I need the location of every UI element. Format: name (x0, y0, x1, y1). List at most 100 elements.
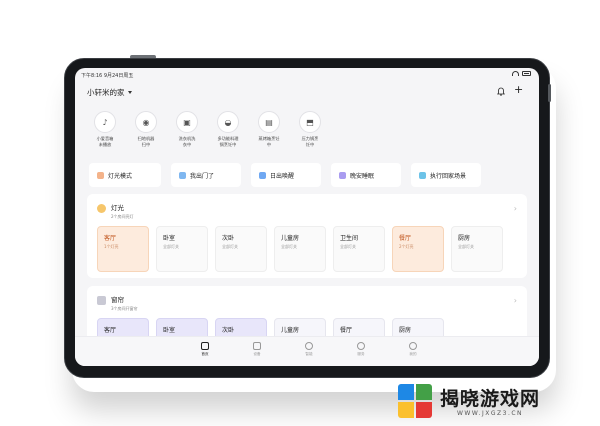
chevron-down-icon (127, 91, 132, 94)
volume-button (548, 84, 551, 102)
room-status: 全部灯关 (281, 244, 297, 249)
lights-card[interactable]: 灯光 2个房间亮灯 › 客厅 1个灯亮 卧室 全部灯关 次卧 全部灯关 儿童房 全部灯关 卫生间… (87, 194, 527, 278)
device-tile[interactable]: ⬒ 压力锅烹 饪中 (294, 111, 326, 147)
light-room-tile[interactable]: 卫生间 全部灯关 (333, 226, 385, 272)
device-row: ♪ 小爱音箱 未播放 ◉ 扫地机器 扫中 ▣ 洗衣机洗 衣中 ◒ 多功能料理 锅烹饪中 ▤ 蒸烤箱烹饪中 ⬒… (89, 111, 326, 147)
wifi-icon (512, 71, 519, 76)
room-status: 全部灯关 (458, 244, 474, 249)
sleep-icon (339, 171, 346, 179)
status-bar: 下午8:16 9月24日周五 (75, 68, 539, 82)
room-name: 次卧 (222, 327, 235, 334)
device-tile[interactable]: ▤ 蒸烤箱烹饪中 (253, 111, 285, 147)
profile-icon (409, 342, 417, 350)
bell-icon[interactable] (497, 87, 505, 99)
device-tile[interactable]: ◒ 多功能料理 锅烹饪中 (212, 111, 244, 147)
room-name: 客厅 (104, 235, 117, 242)
room-name: 儿童房 (281, 235, 300, 242)
light-room-list: 客厅 1个灯亮 卧室 全部灯关 次卧 全部灯关 儿童房 全部灯关 卫生间 全部灯关 餐厅 2个灯亮 厨房… (97, 226, 503, 272)
pressure-cooker-icon: ⬒ (299, 111, 321, 133)
chevron-right-icon[interactable]: › (514, 204, 517, 213)
device-name: 小爱音箱 未播放 (96, 136, 114, 147)
smart-icon (305, 342, 313, 350)
bulb-icon (97, 204, 106, 213)
scene-button[interactable]: 执行回家场景 (411, 163, 481, 187)
light-mode-icon (97, 171, 104, 179)
puzzle-logo-icon (398, 384, 434, 420)
service-icon (357, 342, 365, 350)
room-status: 1个灯亮 (104, 244, 119, 249)
room-name: 儿童房 (281, 327, 300, 334)
nav-label: 设备 (253, 352, 261, 356)
light-room-tile[interactable]: 儿童房 全部灯关 (274, 226, 326, 272)
watermark-url: WWW.JXGZ3.CN (456, 409, 524, 417)
curtain-icon (97, 296, 106, 305)
home-selector[interactable]: 小轩米的家 (87, 87, 132, 98)
curtain-title: 窗帘 (111, 296, 124, 304)
room-status: 全部灯关 (163, 244, 179, 249)
robot-vacuum-icon: ◉ (135, 111, 157, 133)
scene-label: 日出唤醒 (270, 172, 295, 180)
device-tile[interactable]: ♪ 小爱音箱 未播放 (89, 111, 121, 147)
nav-label: 首页 (201, 352, 209, 356)
room-status: 全部灯关 (340, 244, 356, 249)
room-name: 餐厅 (340, 327, 353, 334)
nav-tab[interactable]: 服务 (349, 342, 373, 357)
nav-tab[interactable]: 设备 (245, 342, 269, 357)
light-room-tile[interactable]: 厨房 全部灯关 (451, 226, 503, 272)
lights-subtitle: 2个房间亮灯 (111, 214, 134, 219)
device-name: 蒸烤箱烹饪中 (258, 136, 280, 147)
room-name: 卧室 (163, 327, 176, 334)
plus-icon[interactable]: + (514, 84, 523, 95)
device-name: 扫地机器 扫中 (137, 136, 155, 147)
battery-icon (522, 71, 531, 76)
room-name: 厨房 (458, 235, 471, 242)
device-name: 压力锅烹 饪中 (301, 136, 319, 147)
device-tile[interactable]: ◉ 扫地机器 扫中 (130, 111, 162, 147)
scene-button[interactable]: 我出门了 (171, 163, 241, 187)
room-name: 客厅 (104, 327, 117, 334)
nav-tab[interactable]: 智能 (297, 342, 321, 357)
scene-label: 灯光模式 (108, 172, 133, 180)
device-name: 洗衣机洗 衣中 (178, 136, 196, 147)
leave-home-icon (179, 171, 186, 179)
scene-label: 晚安睡眠 (350, 172, 375, 180)
nav-label: 我的 (409, 352, 417, 356)
cooker-icon: ◒ (217, 111, 239, 133)
washer-icon: ▣ (176, 111, 198, 133)
room-name: 厨房 (399, 327, 412, 334)
scene-label: 我出门了 (190, 172, 215, 180)
oven-icon: ▤ (258, 111, 280, 133)
room-status: 2个灯亮 (399, 244, 414, 249)
sunrise-icon (259, 171, 266, 179)
home-icon (201, 342, 209, 350)
room-status: 全部灯关 (222, 244, 238, 249)
status-time: 下午8:16 9月24日周五 (81, 73, 134, 79)
device-name: 多功能料理 锅烹饪中 (217, 136, 239, 147)
light-room-tile[interactable]: 餐厅 2个灯亮 (392, 226, 444, 272)
watermark-title: 揭晓游戏网 (440, 387, 541, 410)
scene-label: 执行回家场景 (430, 172, 467, 180)
nav-label: 服务 (357, 352, 365, 356)
room-name: 卧室 (163, 235, 176, 242)
light-room-tile[interactable]: 次卧 全部灯关 (215, 226, 267, 272)
scene-button[interactable]: 晚安睡眠 (331, 163, 401, 187)
home-scene-icon (419, 171, 426, 179)
room-name: 餐厅 (399, 235, 412, 242)
nav-tab[interactable]: 首页 (193, 342, 217, 357)
chevron-right-icon[interactable]: › (514, 296, 517, 305)
device-tile[interactable]: ▣ 洗衣机洗 衣中 (171, 111, 203, 147)
tablet-screen: 下午8:16 9月24日周五 小轩米的家 + ♪ 小爱音箱 未播放 ◉ 扫地机器 扫中 ▣ 洗… (75, 68, 539, 366)
scene-button[interactable]: 日出唤醒 (251, 163, 321, 187)
scene-row: 灯光模式 我出门了 日出唤醒 晚安睡眠 执行回家场景 (89, 163, 481, 187)
room-name: 次卧 (222, 235, 235, 242)
bottom-nav: 首页 设备 智能 服务 我的 (75, 336, 539, 366)
light-room-tile[interactable]: 卧室 全部灯关 (156, 226, 208, 272)
lights-title: 灯光 (111, 204, 124, 212)
nav-tab[interactable]: 我的 (401, 342, 425, 357)
device-icon (253, 342, 261, 350)
scene-button[interactable]: 灯光模式 (89, 163, 161, 187)
nav-label: 智能 (305, 352, 313, 356)
watermark: 揭晓游戏网 WWW.JXGZ3.CN (398, 380, 594, 424)
light-room-tile[interactable]: 客厅 1个灯亮 (97, 226, 149, 272)
speaker-icon: ♪ (94, 111, 116, 133)
